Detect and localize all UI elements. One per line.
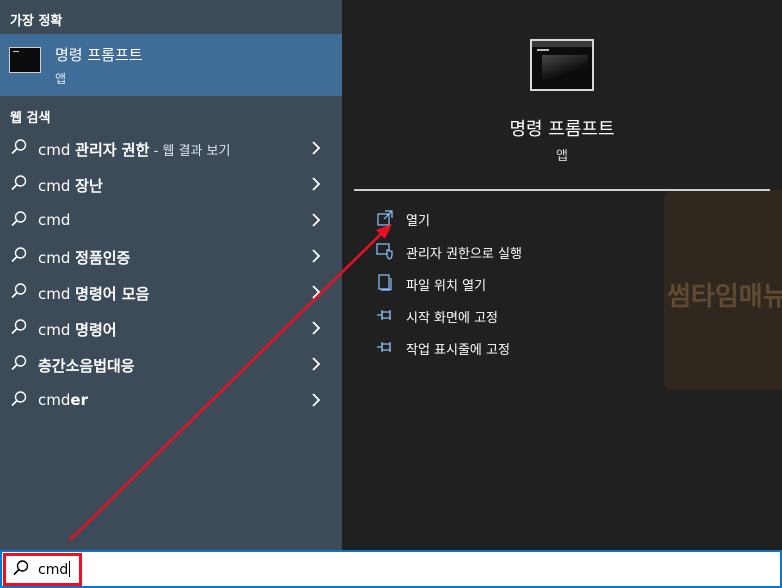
chevron-right-icon[interactable] bbox=[310, 392, 322, 408]
pin-icon bbox=[377, 310, 391, 320]
result-prefix: cmd bbox=[38, 177, 76, 195]
web-result-item[interactable]: cmd 명령어 모음 bbox=[0, 274, 342, 310]
search-icon bbox=[11, 247, 27, 263]
web-result-item[interactable]: cmd 관리자 권한 - 웹 결과 보기 bbox=[0, 130, 342, 166]
action-label: 열기 bbox=[406, 214, 430, 229]
result-bold: 명령어 bbox=[75, 321, 117, 339]
search-highlight-box bbox=[3, 553, 82, 586]
preview-panel: 썸타임매뉴얼 명령 프롬프트 앱 열기관리자 권한으로 실행파일 위치 열기시작… bbox=[342, 0, 782, 550]
search-icon bbox=[11, 319, 27, 335]
results-panel: 가장 정확 명령 프롬프트 앱 웹 검색 cmd 관리자 권한 - 웹 결과 보… bbox=[0, 0, 342, 550]
action-label: 시작 화면에 고정 bbox=[406, 311, 498, 326]
best-match-subtitle: 앱 bbox=[55, 72, 67, 86]
file-location-icon bbox=[378, 274, 392, 291]
best-match-result[interactable]: 명령 프롬프트 앱 bbox=[0, 34, 342, 96]
result-bold: 정품인증 bbox=[75, 249, 131, 267]
search-icon bbox=[11, 283, 27, 299]
web-result-item[interactable]: cmd bbox=[0, 202, 342, 238]
web-result-item[interactable]: cmd 정품인증 bbox=[0, 238, 342, 274]
app-subtitle: 앱 bbox=[556, 149, 568, 164]
chevron-right-icon[interactable] bbox=[310, 284, 322, 300]
web-result-item[interactable]: cmd 명령어 bbox=[0, 310, 342, 346]
chevron-right-icon[interactable] bbox=[310, 212, 322, 228]
web-result-label: cmd 장난 bbox=[38, 175, 103, 196]
web-result-label: cmd bbox=[38, 211, 70, 229]
result-prefix: cmd bbox=[38, 141, 76, 159]
result-bold: 층간소음법대응 bbox=[38, 357, 135, 375]
result-suffix: - 웹 결과 보기 bbox=[149, 144, 231, 159]
result-prefix: cmd bbox=[38, 391, 71, 409]
web-result-label: cmd 명령어 bbox=[38, 319, 117, 340]
chevron-right-icon[interactable] bbox=[310, 176, 322, 192]
watermark-text: 썸타임매뉴얼 bbox=[667, 282, 782, 312]
web-result-item[interactable]: 층간소음법대응 bbox=[0, 346, 342, 382]
divider bbox=[354, 189, 770, 191]
chevron-right-icon[interactable] bbox=[310, 140, 322, 156]
search-icon bbox=[11, 355, 27, 371]
command-prompt-icon bbox=[9, 47, 41, 73]
result-bold: 관리자 권한 bbox=[75, 141, 150, 159]
web-result-label: cmder bbox=[38, 391, 88, 409]
action-label: 작업 표시줄에 고정 bbox=[406, 343, 510, 358]
shield-icon bbox=[376, 243, 393, 260]
result-bold: er bbox=[70, 391, 88, 409]
action-item[interactable]: 열기 bbox=[376, 206, 676, 232]
result-bold: 장난 bbox=[75, 177, 103, 195]
command-prompt-large-icon bbox=[530, 39, 594, 91]
action-item[interactable]: 파일 위치 열기 bbox=[376, 271, 676, 297]
open-icon bbox=[377, 210, 393, 226]
web-result-item[interactable]: cmder bbox=[0, 382, 342, 418]
result-bold: 명령어 모음 bbox=[75, 285, 150, 303]
watermark-book bbox=[664, 190, 782, 390]
web-search-header: 웹 검색 bbox=[10, 111, 51, 126]
web-result-label: cmd 명령어 모음 bbox=[38, 283, 149, 304]
action-label: 파일 위치 열기 bbox=[406, 279, 487, 294]
result-prefix: cmd bbox=[38, 285, 76, 303]
search-icon bbox=[11, 139, 27, 155]
search-icon bbox=[11, 391, 27, 407]
best-match-header: 가장 정확 bbox=[10, 14, 63, 29]
action-item[interactable]: 관리자 권한으로 실행 bbox=[376, 239, 676, 265]
result-prefix: cmd bbox=[38, 321, 76, 339]
action-label: 관리자 권한으로 실행 bbox=[406, 247, 522, 262]
chevron-right-icon[interactable] bbox=[310, 320, 322, 336]
pin-icon bbox=[377, 342, 391, 352]
result-prefix: cmd bbox=[38, 249, 76, 267]
chevron-right-icon[interactable] bbox=[310, 248, 322, 264]
app-title: 명령 프롬프트 bbox=[509, 119, 615, 140]
action-item[interactable]: 작업 표시줄에 고정 bbox=[376, 335, 676, 361]
chevron-right-icon[interactable] bbox=[310, 356, 322, 372]
web-result-item[interactable]: cmd 장난 bbox=[0, 166, 342, 202]
result-prefix: cmd bbox=[38, 211, 71, 229]
web-result-label: 층간소음법대응 bbox=[38, 355, 135, 376]
action-item[interactable]: 시작 화면에 고정 bbox=[376, 303, 676, 329]
search-icon bbox=[11, 211, 27, 227]
best-match-title: 명령 프롬프트 bbox=[55, 46, 143, 64]
search-icon bbox=[11, 175, 27, 191]
web-result-label: cmd 관리자 권한 - 웹 결과 보기 bbox=[38, 139, 230, 160]
search-box[interactable] bbox=[0, 550, 782, 588]
web-result-label: cmd 정품인증 bbox=[38, 247, 130, 268]
